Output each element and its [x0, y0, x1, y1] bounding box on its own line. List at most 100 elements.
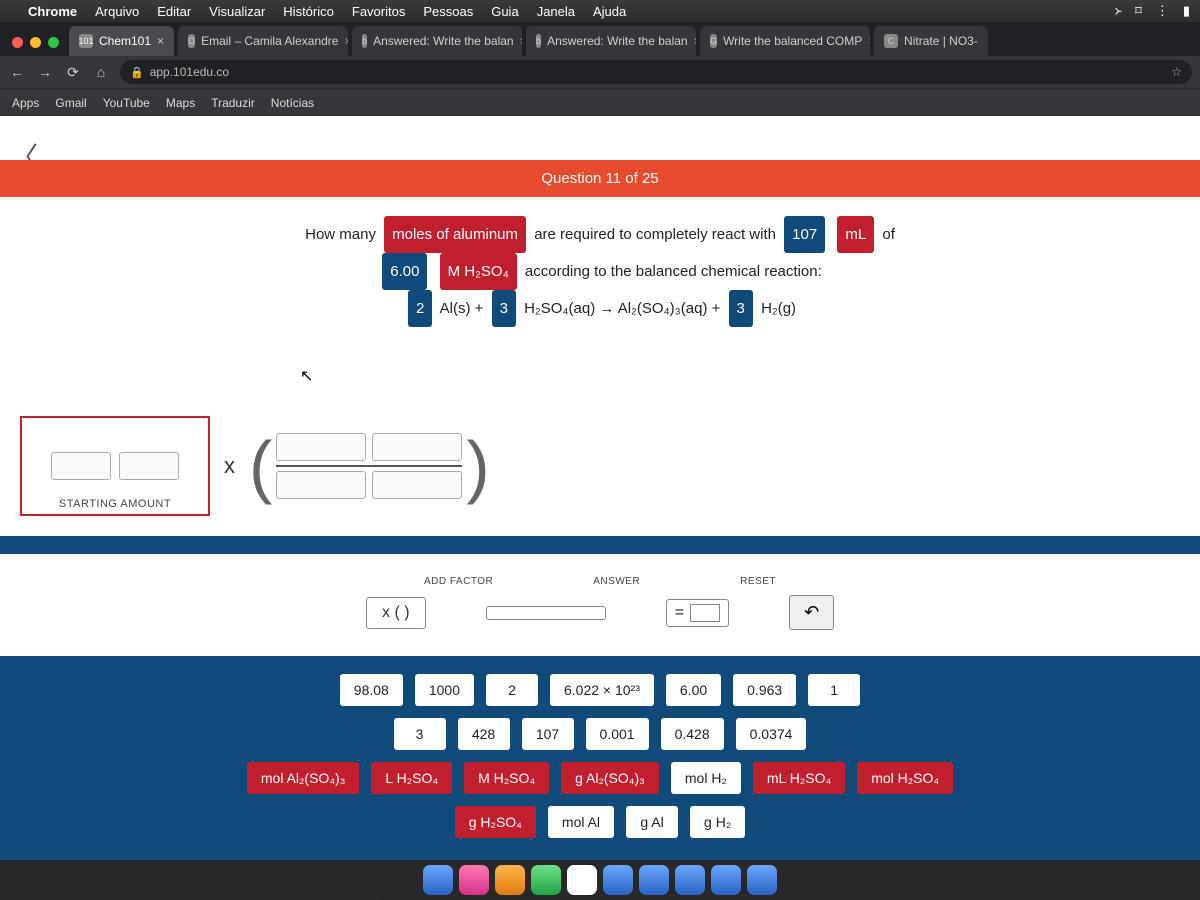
number-chip[interactable]: 428 [458, 718, 510, 750]
coef-pill: 3 [492, 290, 516, 327]
value-slot[interactable] [51, 452, 111, 480]
number-chip[interactable]: mol Al [548, 806, 614, 838]
menu-item[interactable]: Guia [491, 4, 518, 19]
unit-chip[interactable]: mol Al₂(SO₄)₃ [247, 762, 360, 794]
url-input[interactable]: 🔒 app.101edu.co ☆ [120, 60, 1192, 84]
menu-item[interactable]: Arquivo [95, 4, 139, 19]
forward-icon[interactable]: → [36, 64, 54, 80]
dock-app-icon[interactable] [495, 865, 525, 895]
menu-item[interactable]: Visualizar [209, 4, 265, 19]
dock-app-icon[interactable] [567, 865, 597, 895]
bluetooth-icon[interactable]: ᚛ [1115, 3, 1122, 19]
reload-icon[interactable]: ⟳ [64, 64, 82, 81]
reset-button[interactable]: ↶ [789, 595, 834, 630]
coef-pill: 2 [408, 290, 432, 327]
tab-title: Nitrate | NO3- [904, 34, 978, 48]
wifi-icon[interactable]: ⋮ [1156, 3, 1169, 19]
number-chip[interactable]: g H₂ [690, 806, 745, 838]
window-close-icon[interactable] [12, 37, 23, 48]
denominator-value-slot[interactable] [276, 471, 366, 499]
browser-tab[interactable]: 101 Chem101 × [69, 26, 174, 56]
cursor-icon: ↖ [300, 366, 313, 386]
number-chip[interactable]: 0.001 [586, 718, 649, 750]
dock-app-icon[interactable] [711, 865, 741, 895]
app-name[interactable]: Chrome [28, 4, 77, 19]
bookmark-apps[interactable]: Apps [12, 96, 39, 110]
dock-app-icon[interactable] [459, 865, 489, 895]
answer-box[interactable]: = [666, 599, 729, 627]
unit-slot[interactable] [119, 452, 179, 480]
bookmark-maps[interactable]: Maps [166, 96, 195, 110]
starting-amount-box[interactable]: STARTING AMOUNT [20, 416, 210, 516]
number-chip[interactable]: 0.963 [733, 674, 796, 706]
dock-app-icon[interactable] [423, 865, 453, 895]
bookmark-traduzir[interactable]: Traduzir [211, 96, 255, 110]
unit-chip[interactable]: g Al₂(SO₄)₃ [561, 762, 659, 794]
factor-box[interactable]: ( ) [249, 426, 490, 506]
reset-label: RESET [740, 576, 776, 587]
number-chip[interactable]: 6.022 × 10²³ [550, 674, 654, 706]
browser-tab[interactable]: G Write the balanced COMP × [700, 26, 870, 56]
window-zoom-icon[interactable] [48, 37, 59, 48]
back-icon[interactable]: ← [8, 64, 26, 80]
battery-icon[interactable]: ▮ [1183, 3, 1190, 19]
dock-app-icon[interactable] [747, 865, 777, 895]
browser-tab[interactable]: C Nitrate | NO3- [874, 26, 988, 56]
bookmark-noticias[interactable]: Notícias [271, 96, 314, 110]
numerator-unit-slot[interactable] [372, 433, 462, 461]
number-chip[interactable]: 107 [522, 718, 574, 750]
number-chip[interactable]: 1 [808, 674, 860, 706]
browser-tab[interactable]: O Email – Camila Alexandre × [178, 26, 348, 56]
unit-chip[interactable]: mL H₂SO₄ [753, 762, 845, 794]
favicon-icon: b [362, 34, 367, 48]
close-icon[interactable]: × [694, 34, 696, 48]
menu-item[interactable]: Favoritos [352, 4, 405, 19]
dock-app-icon[interactable] [675, 865, 705, 895]
denominator-unit-slot[interactable] [372, 471, 462, 499]
bookmark-youtube[interactable]: YouTube [103, 96, 150, 110]
bookmark-gmail[interactable]: Gmail [55, 96, 86, 110]
unit-chip[interactable]: mol H₂SO₄ [857, 762, 953, 794]
add-factor-button[interactable]: x ( ) [366, 597, 426, 629]
numerator-value-slot[interactable] [276, 433, 366, 461]
number-chip[interactable]: 1000 [415, 674, 474, 706]
browser-tab[interactable]: b Answered: Write the balan × [526, 26, 696, 56]
number-chip[interactable]: g Al [626, 806, 678, 838]
number-chip[interactable]: 0.428 [661, 718, 724, 750]
times-icon: x [224, 453, 235, 479]
unit-chip[interactable]: L H₂SO₄ [371, 762, 452, 794]
dock-app-icon[interactable] [639, 865, 669, 895]
chips-panel: 98.08 1000 2 6.022 × 10²³ 6.00 0.963 1 3 428 107… [0, 656, 1200, 860]
window-minimize-icon[interactable] [30, 37, 41, 48]
star-icon[interactable]: ☆ [1171, 65, 1182, 79]
number-chip[interactable]: 2 [486, 674, 538, 706]
menu-item[interactable]: Pessoas [423, 4, 473, 19]
menu-item[interactable]: Editar [157, 4, 191, 19]
number-chip[interactable]: 0.0374 [736, 718, 807, 750]
close-icon[interactable]: × [520, 34, 522, 48]
home-icon[interactable]: ⌂ [92, 64, 110, 80]
unit-pill: M H₂SO₄ [440, 253, 517, 290]
favicon-icon: G [710, 34, 717, 48]
menu-item[interactable]: Janela [537, 4, 575, 19]
close-icon[interactable]: × [344, 34, 348, 48]
unit-chip[interactable]: M H₂SO₄ [464, 762, 549, 794]
screen-icon[interactable]: ⌑ [1135, 3, 1142, 19]
dock-app-icon[interactable] [531, 865, 561, 895]
controls-row: ADD FACTOR ANSWER RESET x ( ) = ↶ [0, 576, 1200, 630]
menu-item[interactable]: Ajuda [593, 4, 626, 19]
number-chip[interactable]: 6.00 [666, 674, 721, 706]
browser-tab[interactable]: b Answered: Write the balan × [352, 26, 522, 56]
unit-chip[interactable]: g H₂SO₄ [455, 806, 536, 838]
number-chip[interactable]: 98.08 [340, 674, 403, 706]
number-chip[interactable]: 3 [394, 718, 446, 750]
close-icon[interactable]: × [868, 34, 870, 48]
number-chip[interactable]: mol H₂ [671, 762, 741, 794]
dock-app-icon[interactable] [603, 865, 633, 895]
menu-item[interactable]: Histórico [283, 4, 334, 19]
close-icon[interactable]: × [157, 34, 164, 48]
favicon-icon: b [536, 34, 541, 48]
question-fragment: are required to completely react with [534, 226, 776, 243]
answer-slot[interactable] [690, 604, 720, 622]
equals-icon: = [675, 604, 684, 622]
